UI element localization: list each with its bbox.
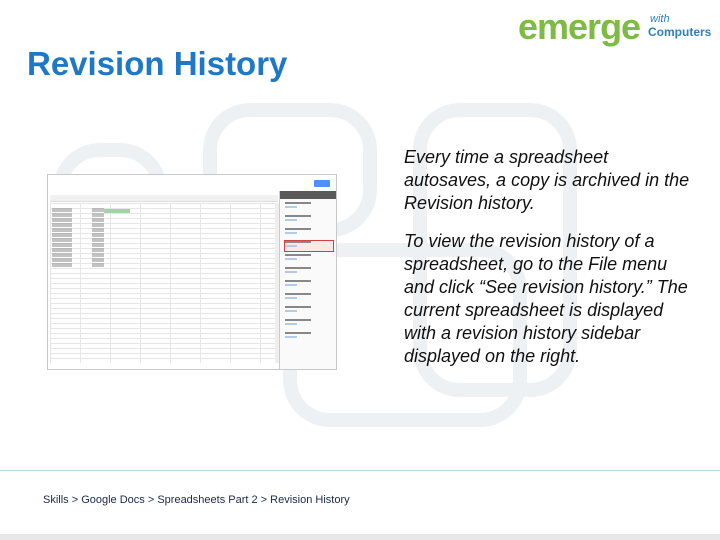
body-paragraph-1: Every time a spreadsheet autosaves, a co… [404,147,690,213]
screenshot-menubar [54,187,274,197]
revision-entry [285,332,333,342]
emerge-logo: emerge with Computers [518,6,712,47]
screenshot-toolbar [50,195,278,202]
revision-entry [285,215,333,225]
sidebar-header [280,191,336,199]
revision-history-sidebar-image [279,191,336,369]
spreadsheet-screenshot [47,174,337,370]
breadcrumb: Skills > Google Docs > Spreadsheets Part… [43,494,350,506]
revision-entry [285,254,333,264]
footer-divider [0,470,720,471]
body-paragraph-2: To view the revision history of a spread… [404,231,688,366]
share-button-image [314,180,330,187]
slide-title: Revision History [27,45,288,82]
revision-entry [285,228,333,238]
bottom-strip [0,534,720,540]
logo-word: emerge [518,6,641,47]
revision-entry [285,293,333,303]
revision-entry [285,267,333,277]
logo-computers: Computers [648,25,712,39]
revision-entry [285,202,333,212]
logo-with: with [650,13,670,25]
revision-entry [285,306,333,316]
revision-entry [285,280,333,290]
slide-body: Every time a spreadsheet autosaves, a co… [404,146,694,383]
screenshot-sheet-tabs [50,362,110,367]
revision-entry-selected [284,240,334,252]
revision-entry [285,319,333,329]
screenshot-cell-text [52,208,112,268]
